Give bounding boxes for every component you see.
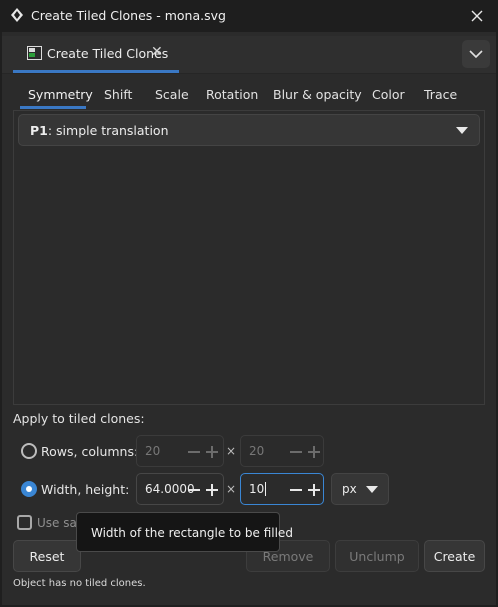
apply-heading: Apply to tiled clones: xyxy=(13,411,145,426)
unit-value: px xyxy=(342,482,357,496)
close-icon xyxy=(471,10,483,22)
unit-dropdown[interactable]: px xyxy=(331,473,389,505)
tabs-row: Symmetry Shift Scale Rotation Blur & opa… xyxy=(13,82,485,108)
inkscape-logo-icon xyxy=(11,8,23,22)
dock-tab-close-icon[interactable]: ✕ xyxy=(151,44,163,60)
symmetry-panel xyxy=(13,110,485,405)
tab-blur-opacity[interactable]: Blur & opacity xyxy=(273,82,362,108)
plus-icon[interactable] xyxy=(204,479,220,499)
columns-value: 20 xyxy=(249,444,265,458)
tab-symmetry[interactable]: Symmetry xyxy=(28,82,93,108)
rows-columns-label: Rows, columns: xyxy=(41,444,139,459)
rows-value: 20 xyxy=(145,444,161,458)
plus-icon[interactable] xyxy=(204,441,220,461)
tooltip: Width of the rectangle to be filled xyxy=(76,512,293,552)
title-bar: Create Tiled Clones - mona.svg xyxy=(0,0,498,32)
minus-icon[interactable] xyxy=(288,441,304,461)
tab-color[interactable]: Color xyxy=(372,82,405,108)
symmetry-selected-value: P1: simple translation xyxy=(30,123,169,138)
tab-shift[interactable]: Shift xyxy=(104,82,132,108)
text-cursor xyxy=(265,482,266,496)
status-text: Object has no tiled clones. xyxy=(13,578,146,589)
tab-trace[interactable]: Trace xyxy=(424,82,457,108)
tab-scale[interactable]: Scale xyxy=(155,82,189,108)
rows-spinbutton[interactable]: 20 xyxy=(136,435,224,467)
tooltip-text: Width of the rectangle to be filled xyxy=(91,526,293,540)
dropdown-arrow-icon xyxy=(456,127,468,134)
dropdown-arrow-icon xyxy=(366,486,378,493)
plus-icon[interactable] xyxy=(306,479,322,499)
reset-button[interactable]: Reset xyxy=(13,540,81,572)
height-value: 10 xyxy=(249,482,265,496)
tiled-clones-icon xyxy=(27,46,42,60)
window-title: Create Tiled Clones - mona.svg xyxy=(31,8,226,23)
times-symbol: × xyxy=(226,444,237,458)
create-button[interactable]: Create xyxy=(424,540,485,572)
rows-columns-radio[interactable] xyxy=(21,443,37,459)
symmetry-dropdown[interactable]: P1: simple translation xyxy=(18,114,480,146)
minus-icon[interactable] xyxy=(186,479,202,499)
height-spinbutton[interactable]: 10 xyxy=(240,473,324,505)
use-saved-checkbox[interactable] xyxy=(17,515,32,530)
unclump-button[interactable]: Unclump xyxy=(335,540,419,572)
dock-tab-tiled-clones[interactable]: Create Tiled Clones ✕ xyxy=(13,38,179,72)
minus-icon[interactable] xyxy=(288,479,304,499)
window-close-button[interactable] xyxy=(464,4,490,28)
width-height-radio[interactable] xyxy=(21,481,37,497)
width-spinbutton[interactable]: 64.0000 xyxy=(136,473,224,505)
minus-icon[interactable] xyxy=(186,441,202,461)
dock-tab-underline xyxy=(13,70,179,73)
plus-icon[interactable] xyxy=(306,441,322,461)
width-height-label: Width, height: xyxy=(41,482,130,497)
columns-spinbutton[interactable]: 20 xyxy=(240,435,324,467)
times-symbol: × xyxy=(226,482,237,496)
tab-rotation[interactable]: Rotation xyxy=(206,82,258,108)
dock-menu-button[interactable] xyxy=(462,40,490,68)
chevron-down-icon xyxy=(469,50,483,59)
active-tab-indicator xyxy=(20,106,86,109)
